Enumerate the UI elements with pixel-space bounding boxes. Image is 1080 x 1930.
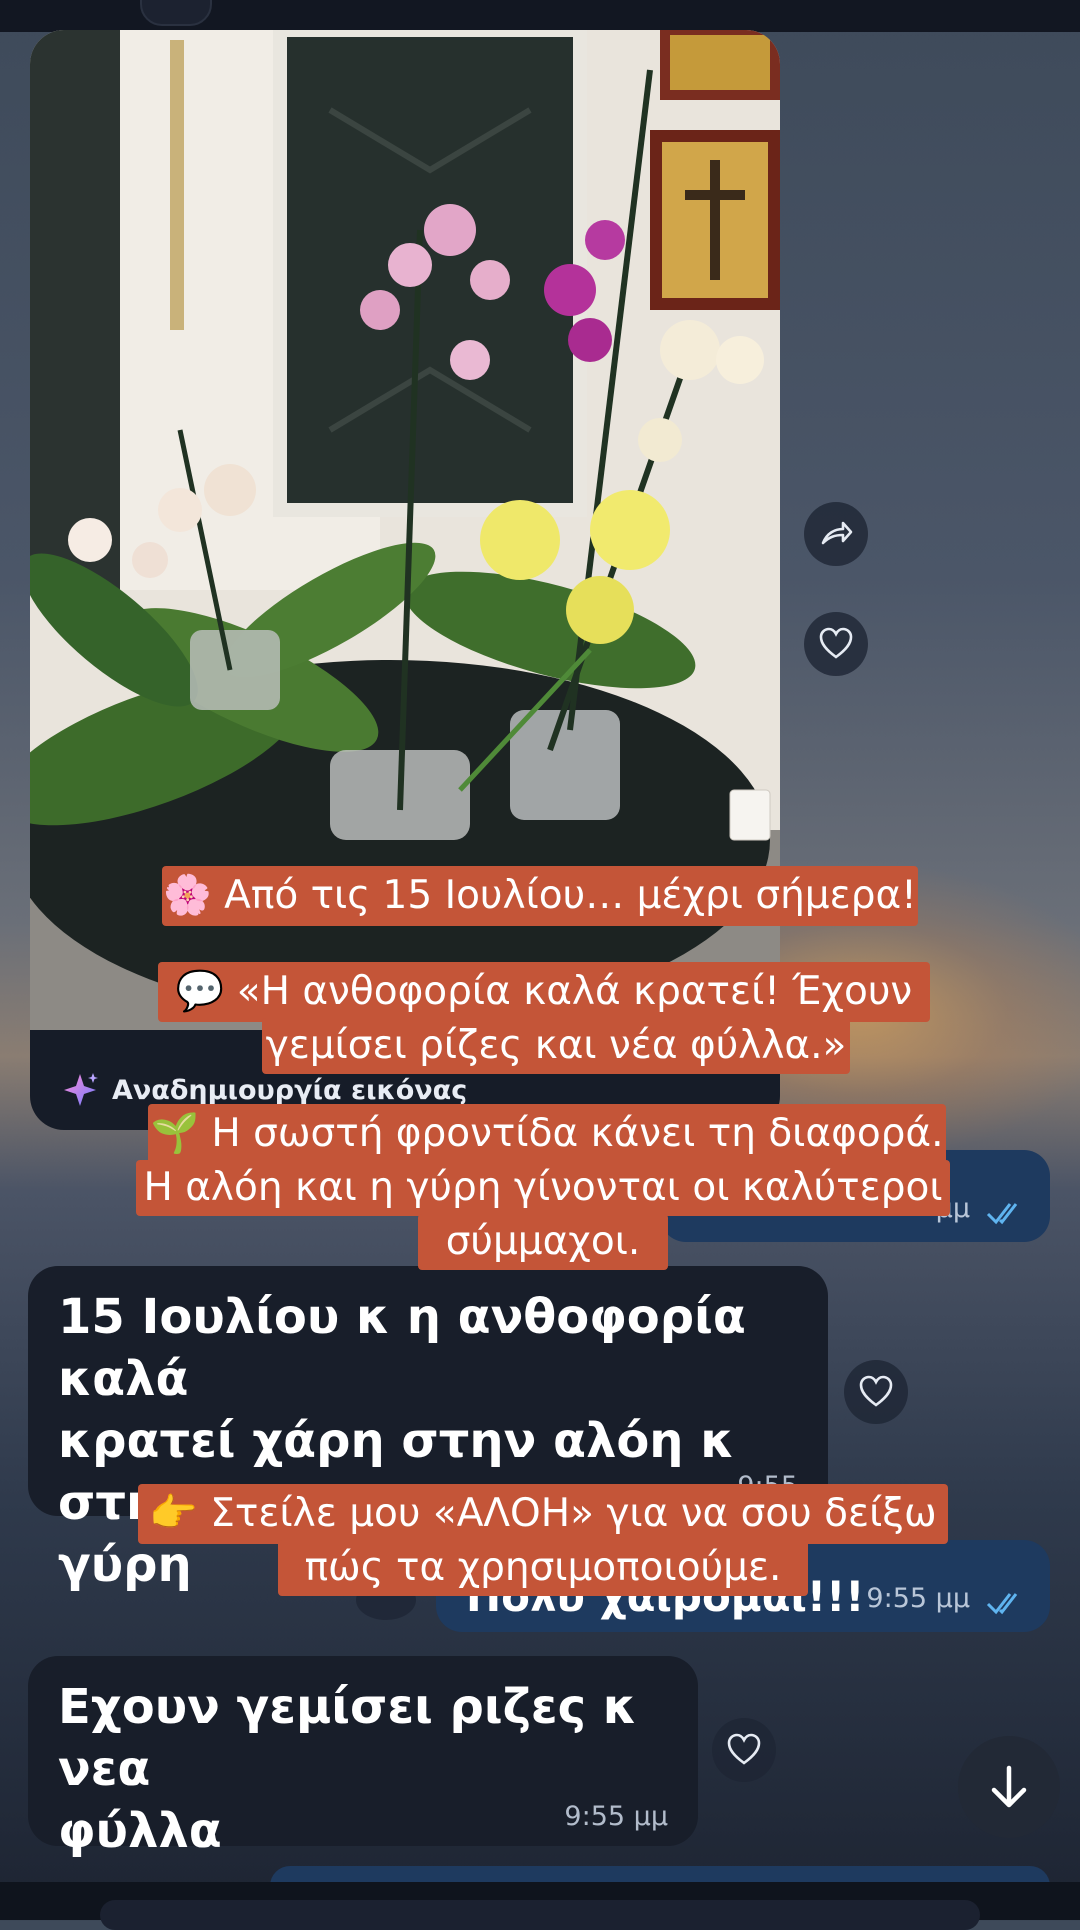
message-input-pill[interactable]: [100, 1900, 980, 1930]
heart-icon: [727, 1733, 761, 1765]
share-arrow-icon: [821, 521, 853, 545]
scroll-down-button[interactable]: [958, 1736, 1060, 1838]
incoming-message-bubble[interactable]: Εχουν γεμίσει ριζες κ νεα φύλλα 9:55 μμ: [28, 1656, 698, 1859]
message-line: Εχουν γεμίσει ριζες κ νεα: [58, 1679, 637, 1797]
double-check-icon: [986, 1593, 1018, 1615]
ai-recreate-label: Αναδημιουργία εικόνας: [112, 1074, 468, 1106]
incoming-message-bubble[interactable]: 15 Ιουλίου κ η ανθοφορία καλά κρατεί χάρ…: [28, 1266, 828, 1593]
message-text: Εχουν γεμίσει ριζες κ νεα φύλλα: [58, 1676, 698, 1862]
top-bar: [0, 0, 1080, 32]
caption-4-line-2: πώς τα χρησιμοποιούμε.: [278, 1540, 808, 1596]
caption-1: 🌸 Από τις 15 Ιουλίου… μέχρι σήμερα!: [162, 866, 918, 926]
share-button[interactable]: [804, 502, 868, 566]
caption-3-line-1: 🌱 Η σωστή φροντίδα κάνει τη διαφορά.: [148, 1104, 946, 1164]
heart-icon: [859, 1375, 893, 1407]
like-button-message[interactable]: [844, 1360, 908, 1424]
message-line: 15 Ιουλίου κ η ανθοφορία καλά: [58, 1289, 746, 1407]
like-button-photo[interactable]: [804, 612, 868, 676]
message-time: 9:55 μμ: [866, 1583, 970, 1614]
caption-2-line-1: 💬 «Η ανθοφορία καλά κρατεί! Έχουν: [158, 962, 930, 1022]
like-button-message[interactable]: [712, 1718, 776, 1782]
double-check-icon: [986, 1203, 1018, 1225]
caption-2-line-2: γεμίσει ρίζες και νέα φύλλα.»: [262, 1018, 850, 1074]
bottom-bar: [0, 1882, 1080, 1930]
message-time: 9:55 μμ: [564, 1801, 668, 1832]
arrow-down-icon: [991, 1765, 1027, 1808]
caption-4-line-1: 👉 Στείλε μου «ΑΛΟΗ» για να σου δείξω: [138, 1484, 948, 1544]
caption-3-line-3: σύμμαχοι.: [418, 1214, 668, 1270]
heart-icon: [819, 627, 853, 659]
sparkle-icon: [64, 1073, 98, 1106]
caption-3-line-2: Η αλόη και η γύρη γίνονται οι καλύτεροι: [136, 1160, 950, 1216]
header-avatar[interactable]: [140, 0, 212, 26]
